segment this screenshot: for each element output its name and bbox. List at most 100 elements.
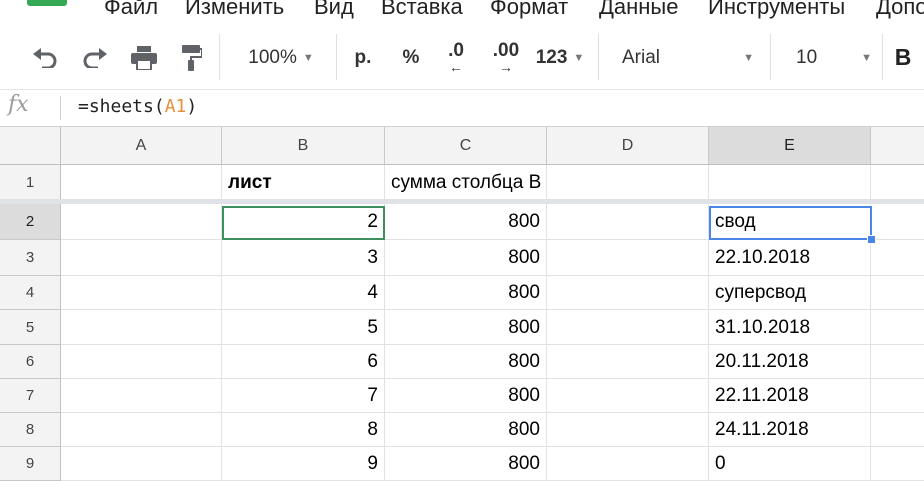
row-header-5[interactable]: 5 bbox=[0, 310, 61, 345]
cell-e6[interactable]: 20.11.2018 bbox=[709, 345, 871, 379]
cell-c2[interactable]: 800 bbox=[385, 204, 547, 240]
cell-b1[interactable]: лист bbox=[222, 165, 385, 200]
cell-a7[interactable] bbox=[61, 379, 222, 413]
cell-f1[interactable] bbox=[871, 165, 924, 200]
cell-d1[interactable] bbox=[547, 165, 709, 200]
menu-insert[interactable]: Вставка bbox=[381, 0, 463, 20]
sheets-logo[interactable] bbox=[27, 0, 67, 6]
cell-a5[interactable] bbox=[61, 310, 222, 345]
print-icon bbox=[131, 45, 157, 70]
cell-f7[interactable] bbox=[871, 379, 924, 413]
cell-c3[interactable]: 800 bbox=[385, 240, 547, 276]
arrow-left-icon: ← bbox=[449, 59, 463, 75]
cell-d5[interactable] bbox=[547, 310, 709, 345]
cell-a2[interactable] bbox=[61, 204, 222, 240]
cell-b5[interactable]: 5 bbox=[222, 310, 385, 345]
column-header-d[interactable]: D bbox=[547, 127, 709, 165]
bold-button[interactable]: B bbox=[888, 26, 918, 89]
formula-input[interactable]: =sheets(A1) bbox=[78, 96, 197, 117]
cell-f8[interactable] bbox=[871, 413, 924, 447]
cell-f2[interactable] bbox=[871, 204, 924, 240]
font-size-select[interactable]: 10 ▼ bbox=[782, 26, 878, 89]
font-name: Arial bbox=[622, 46, 661, 68]
cell-e7[interactable]: 22.11.2018 bbox=[709, 379, 871, 413]
decrease-decimals-button[interactable]: .0 ← bbox=[438, 26, 474, 89]
menu-file[interactable]: Файл bbox=[104, 0, 158, 20]
menu-addons[interactable]: Допо bbox=[876, 0, 924, 20]
cell-b7[interactable]: 7 bbox=[222, 379, 385, 413]
cell-c1[interactable]: сумма столбца B bbox=[385, 165, 547, 200]
column-header-a[interactable]: A bbox=[61, 127, 222, 165]
chevron-down-icon: ▼ bbox=[861, 51, 872, 64]
menu-view[interactable]: Вид bbox=[314, 0, 354, 20]
cell-b4[interactable]: 4 bbox=[222, 276, 385, 310]
cell-e1[interactable] bbox=[709, 165, 871, 200]
menu-data[interactable]: Данные bbox=[599, 0, 678, 20]
cell-b8[interactable]: 8 bbox=[222, 413, 385, 447]
cell-e4[interactable]: суперсвод bbox=[709, 276, 871, 310]
cell-f3[interactable] bbox=[871, 240, 924, 276]
row-header-2[interactable]: 2 bbox=[0, 204, 61, 240]
row-header-6[interactable]: 6 bbox=[0, 345, 61, 379]
paint-format-button[interactable] bbox=[176, 26, 206, 89]
formula-divider bbox=[60, 96, 61, 120]
cell-e3[interactable]: 22.10.2018 bbox=[709, 240, 871, 276]
undo-button[interactable] bbox=[28, 26, 62, 89]
select-all-corner[interactable] bbox=[0, 127, 61, 165]
menu-format[interactable]: Формат bbox=[490, 0, 568, 20]
cell-a3[interactable] bbox=[61, 240, 222, 276]
cell-c6[interactable]: 800 bbox=[385, 345, 547, 379]
cell-f6[interactable] bbox=[871, 345, 924, 379]
cell-b9[interactable]: 9 bbox=[222, 447, 385, 481]
column-header-c[interactable]: C bbox=[385, 127, 547, 165]
menu-tools[interactable]: Инструменты bbox=[708, 0, 845, 20]
cell-f5[interactable] bbox=[871, 310, 924, 345]
more-formats-button[interactable]: 123 ▼ bbox=[532, 26, 588, 89]
cell-c7[interactable]: 800 bbox=[385, 379, 547, 413]
row-header-9[interactable]: 9 bbox=[0, 447, 61, 481]
cell-b6[interactable]: 6 bbox=[222, 345, 385, 379]
row-header-1[interactable]: 1 bbox=[0, 165, 61, 200]
redo-button[interactable] bbox=[78, 26, 112, 89]
increase-decimals-button[interactable]: .00 → bbox=[484, 26, 528, 89]
frozen-row-divider[interactable] bbox=[0, 199, 924, 204]
cell-a4[interactable] bbox=[61, 276, 222, 310]
fill-handle[interactable] bbox=[867, 235, 876, 244]
zoom-select[interactable]: 100% ▼ bbox=[236, 26, 326, 89]
cell-d9[interactable] bbox=[547, 447, 709, 481]
row-header-8[interactable]: 8 bbox=[0, 413, 61, 447]
cell-d3[interactable] bbox=[547, 240, 709, 276]
fx-icon: fx bbox=[8, 92, 29, 117]
column-header-b[interactable]: B bbox=[222, 127, 385, 165]
cell-c5[interactable]: 800 bbox=[385, 310, 547, 345]
cell-c9[interactable]: 800 bbox=[385, 447, 547, 481]
currency-format-button[interactable]: р. bbox=[348, 26, 378, 89]
row-header-3[interactable]: 3 bbox=[0, 240, 61, 276]
cell-d6[interactable] bbox=[547, 345, 709, 379]
cell-f9[interactable] bbox=[871, 447, 924, 481]
cell-d8[interactable] bbox=[547, 413, 709, 447]
cell-f4[interactable] bbox=[871, 276, 924, 310]
cell-a6[interactable] bbox=[61, 345, 222, 379]
row-header-4[interactable]: 4 bbox=[0, 276, 61, 310]
menu-edit[interactable]: Изменить bbox=[185, 0, 284, 20]
cell-a8[interactable] bbox=[61, 413, 222, 447]
cell-e5[interactable]: 31.10.2018 bbox=[709, 310, 871, 345]
cell-c4[interactable]: 800 bbox=[385, 276, 547, 310]
cell-b3[interactable]: 3 bbox=[222, 240, 385, 276]
cell-e8[interactable]: 24.11.2018 bbox=[709, 413, 871, 447]
cell-d7[interactable] bbox=[547, 379, 709, 413]
cell-d4[interactable] bbox=[547, 276, 709, 310]
menu-bar: Файл Изменить Вид Вставка Формат Данные … bbox=[0, 0, 924, 26]
column-header-f[interactable] bbox=[871, 127, 924, 165]
print-button[interactable] bbox=[127, 26, 161, 89]
cell-a9[interactable] bbox=[61, 447, 222, 481]
column-header-e[interactable]: E bbox=[709, 127, 871, 165]
cell-d2[interactable] bbox=[547, 204, 709, 240]
cell-c8[interactable]: 800 bbox=[385, 413, 547, 447]
cell-a1[interactable] bbox=[61, 165, 222, 200]
percent-format-button[interactable]: % bbox=[396, 26, 426, 89]
row-header-7[interactable]: 7 bbox=[0, 379, 61, 413]
font-select[interactable]: Arial ▼ bbox=[610, 26, 760, 89]
cell-e9[interactable]: 0 bbox=[709, 447, 871, 481]
